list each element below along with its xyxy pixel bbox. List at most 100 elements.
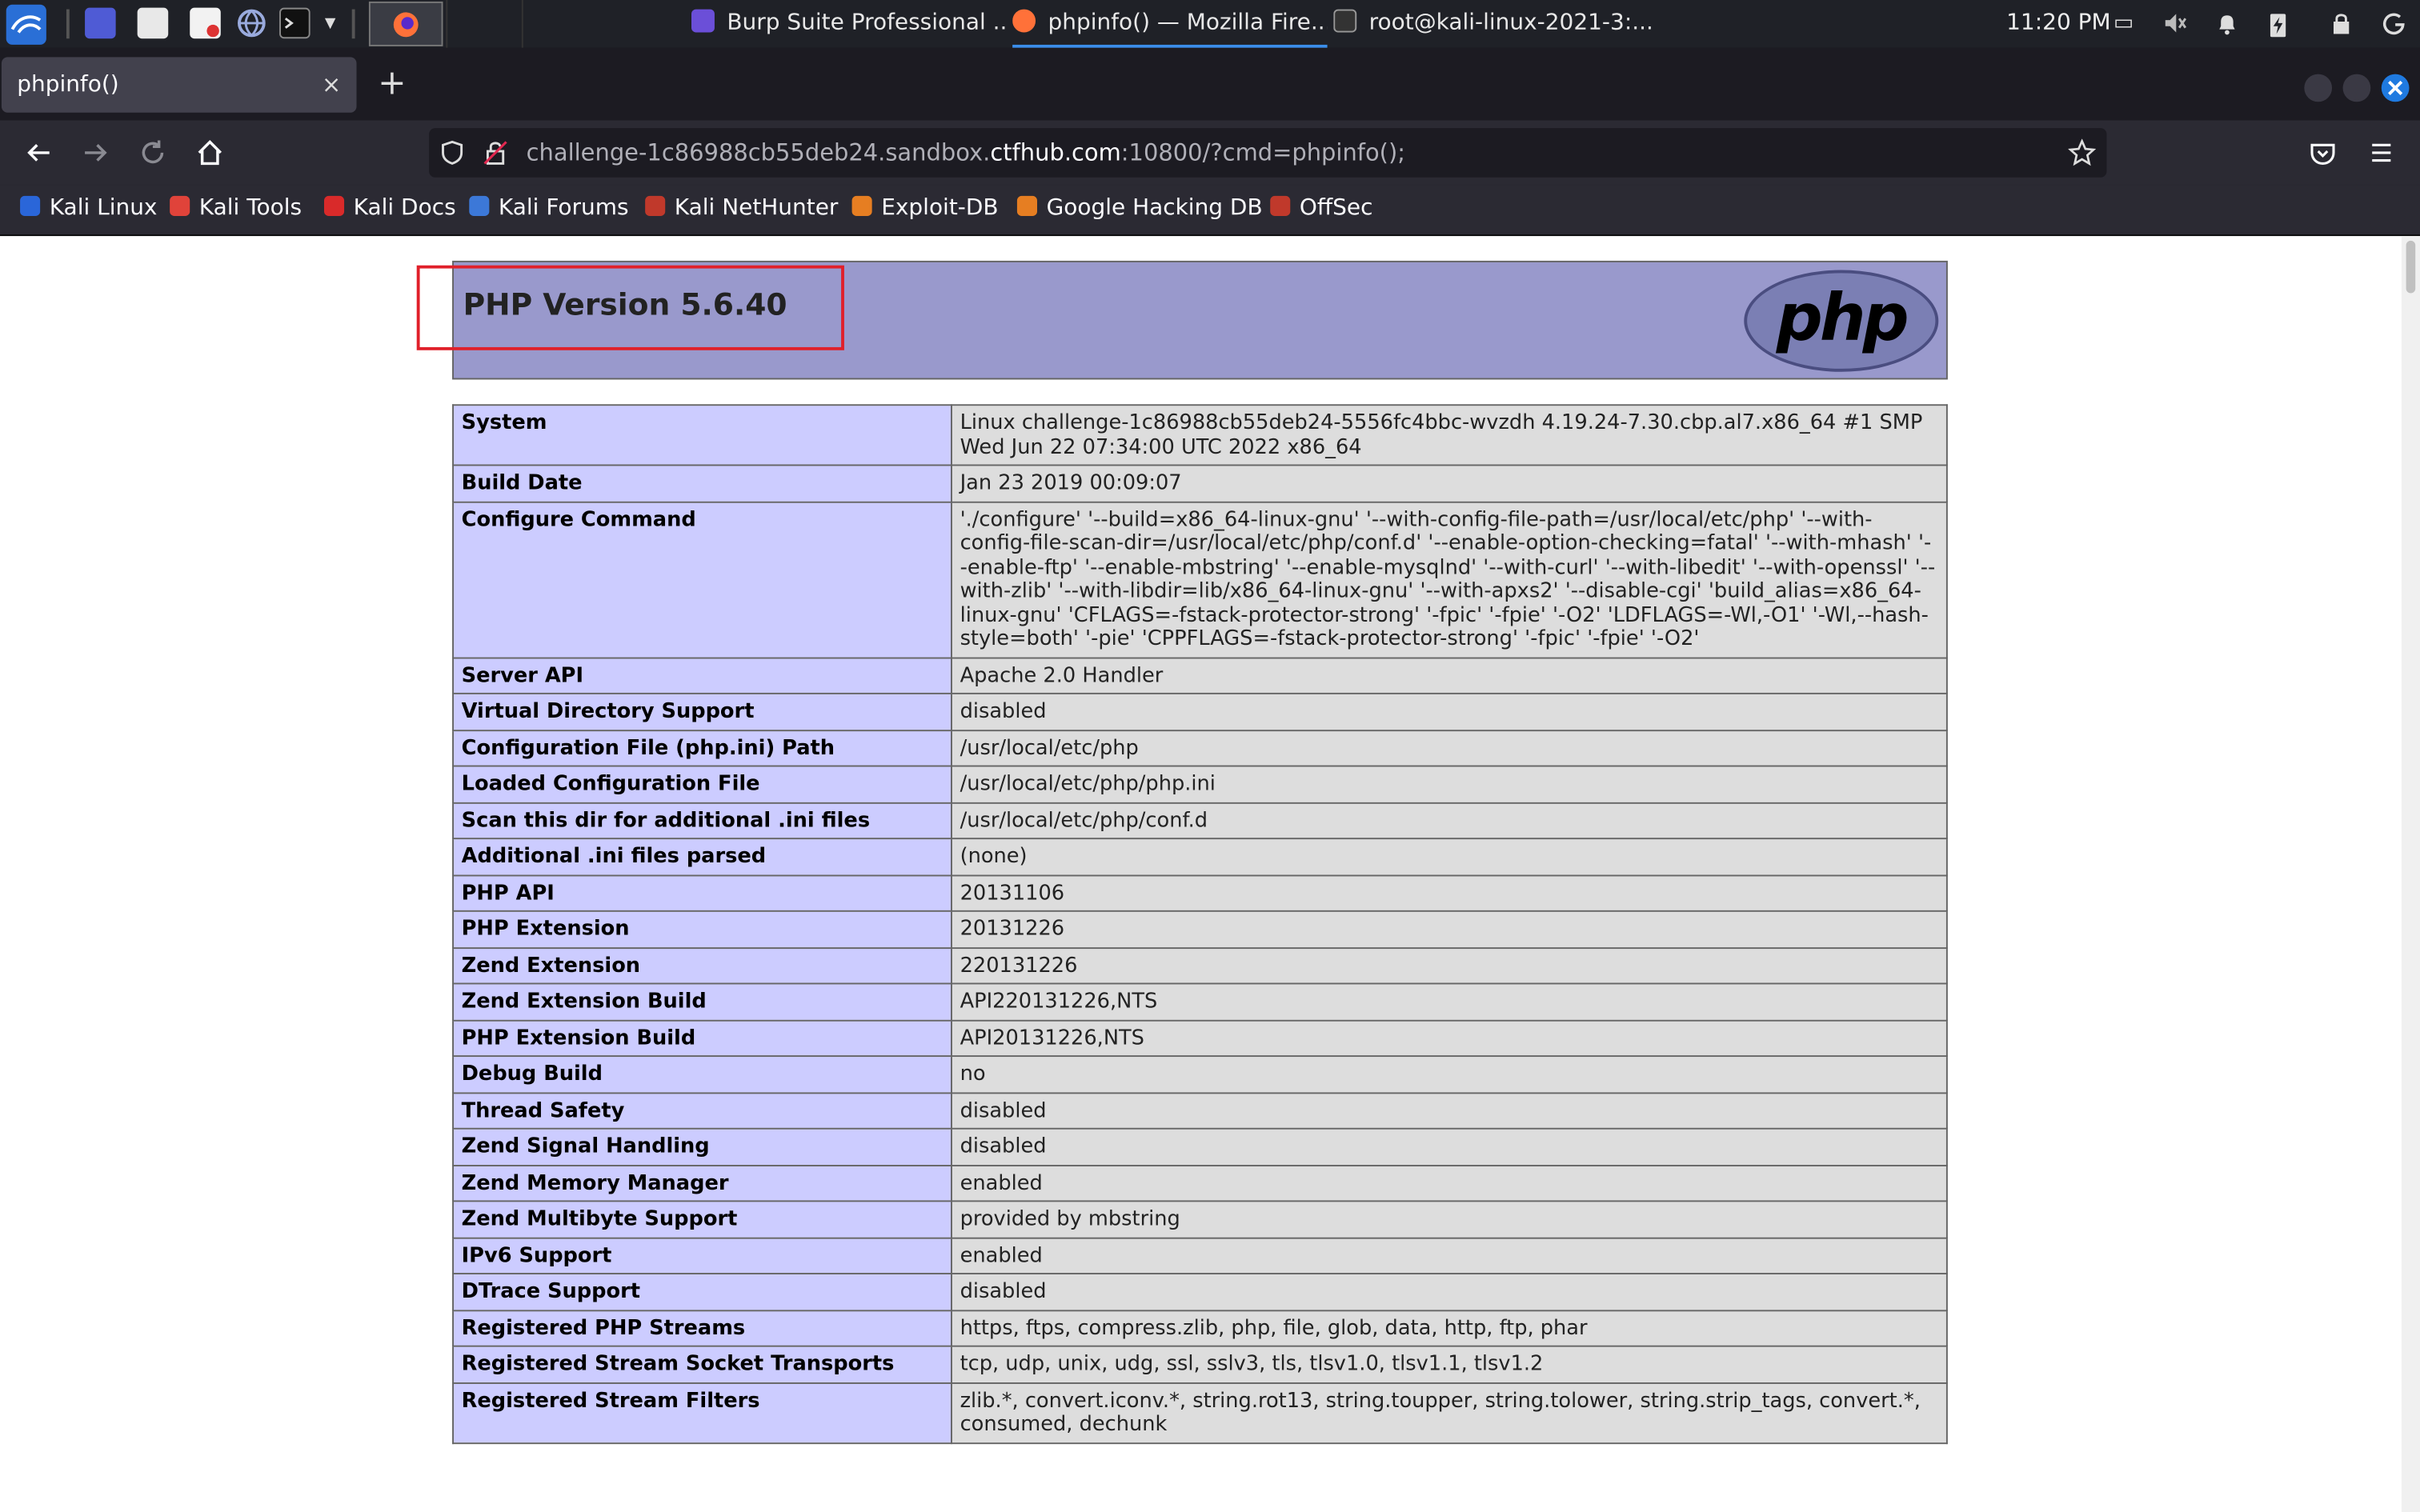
- task-burp[interactable]: Burp Suite Professional ...: [691, 0, 1006, 48]
- display-icon[interactable]: ▭: [2111, 10, 2136, 35]
- row-key: Registered Stream Filters: [452, 1382, 952, 1444]
- row-key: Virtual Directory Support: [452, 692, 952, 731]
- row-value: API220131226,NTS: [950, 982, 1948, 1021]
- close-window-button[interactable]: [2381, 74, 2410, 102]
- row-value: enabled: [950, 1236, 1948, 1274]
- new-tab-button[interactable]: +: [375, 60, 409, 110]
- bookmark-kali-nethunter[interactable]: Kali NetHunter: [645, 185, 838, 233]
- shield-icon[interactable]: [439, 139, 467, 167]
- file-manager-icon[interactable]: [137, 7, 169, 39]
- bookmark-offsec[interactable]: OffSec: [1270, 185, 1372, 233]
- row-key: Debug Build: [452, 1055, 952, 1094]
- row-value: 20131226: [950, 910, 1948, 949]
- table-row: Zend Memory Manager enabled: [452, 1164, 1948, 1202]
- row-key: Configuration File (php.ini) Path: [452, 729, 952, 767]
- volume-muted-icon[interactable]: [2162, 10, 2187, 35]
- app-menu-icon[interactable]: [2362, 133, 2402, 173]
- workspace-switcher[interactable]: [446, 0, 521, 48]
- highlight-annotation-box: [416, 265, 844, 350]
- os-taskbar: ▾ Burp Suite Professional ... phpinfo() …: [0, 0, 2420, 48]
- php-logo-text: php: [1776, 278, 1909, 354]
- desktop-icon[interactable]: [85, 7, 116, 39]
- bookmark-star-icon[interactable]: [2067, 138, 2097, 167]
- row-value: disabled: [950, 1091, 1948, 1130]
- terminal-icon[interactable]: [279, 7, 311, 39]
- task-label: Burp Suite Professional ...: [727, 10, 1007, 36]
- bookmark-google-hacking-db[interactable]: Google Hacking DB: [1016, 185, 1263, 233]
- pocket-icon[interactable]: [2302, 133, 2342, 173]
- task-label: root@kali-linux-2021-3:...: [1368, 10, 1653, 36]
- table-row: PHP API 20131106: [452, 874, 1948, 912]
- kali-tools-icon: [170, 194, 190, 216]
- table-row: Configure Command './configure' '--build=…: [452, 500, 1948, 658]
- browser-launcher-icon[interactable]: [236, 8, 267, 39]
- forward-icon[interactable]: [75, 133, 115, 173]
- bookmark-exploit-db[interactable]: Exploit-DB: [851, 185, 999, 233]
- vertical-scrollbar[interactable]: [2401, 236, 2420, 1512]
- task-terminal[interactable]: root@kali-linux-2021-3:...: [1333, 0, 1657, 48]
- chevron-down-icon[interactable]: ▾: [318, 10, 343, 35]
- close-tab-icon[interactable]: ×: [322, 57, 341, 112]
- row-key: Configure Command: [452, 500, 952, 658]
- reload-icon[interactable]: [133, 133, 173, 173]
- row-value: provided by mbstring: [950, 1200, 1948, 1238]
- scrollbar-thumb[interactable]: [2406, 240, 2416, 294]
- back-icon[interactable]: [18, 133, 58, 173]
- bookmark-kali-forums[interactable]: Kali Forums: [469, 185, 629, 233]
- text-editor-icon[interactable]: [190, 7, 221, 39]
- php-logo[interactable]: php: [1744, 270, 1939, 372]
- nethunter-icon: [645, 194, 666, 216]
- lock-icon[interactable]: [2329, 10, 2354, 35]
- notification-bell-icon[interactable]: [2214, 10, 2239, 35]
- row-key: IPv6 Support: [452, 1236, 952, 1274]
- workspace-switcher[interactable]: [521, 0, 597, 48]
- burp-icon: [691, 8, 715, 32]
- bookmark-label: Kali Tools: [198, 195, 302, 221]
- table-row: PHP Extension 20131226: [452, 910, 1948, 949]
- row-key: Zend Extension: [452, 946, 952, 985]
- tab-phpinfo[interactable]: phpinfo() ×: [1, 57, 357, 113]
- bookmark-kali-docs[interactable]: Kali Docs: [323, 185, 456, 233]
- table-row: Build Date Jan 23 2019 00:09:07: [452, 464, 1948, 502]
- home-icon[interactable]: [190, 133, 230, 173]
- row-key: Thread Safety: [452, 1091, 952, 1130]
- bookmark-kali-tools[interactable]: Kali Tools: [170, 185, 302, 233]
- row-key: Registered Stream Socket Transports: [452, 1345, 952, 1383]
- url-domain: ctfhub.com: [990, 138, 1121, 167]
- bookmark-kali-linux[interactable]: Kali Linux: [20, 185, 157, 233]
- url-text[interactable]: challenge-1c86988cb55deb24.sandbox.ctfhu…: [527, 128, 1405, 178]
- firefox-icon: [1012, 8, 1036, 32]
- row-key: Server API: [452, 656, 952, 694]
- row-value: /usr/local/etc/php: [950, 729, 1948, 767]
- bookmark-label: Google Hacking DB: [1046, 195, 1263, 221]
- taskbar-separator: [351, 9, 355, 39]
- row-value: Apache 2.0 Handler: [950, 656, 1948, 694]
- table-row: Server API Apache 2.0 Handler: [452, 656, 1948, 694]
- table-row: Zend Extension Build API220131226,NTS: [452, 982, 1948, 1021]
- kali-forums-icon: [469, 194, 490, 216]
- firefox-launcher[interactable]: [368, 1, 443, 46]
- row-key: PHP Extension: [452, 910, 952, 949]
- task-firefox[interactable]: phpinfo() — Mozilla Fire...: [1012, 0, 1328, 48]
- kali-menu-icon[interactable]: [6, 4, 46, 45]
- battery-charging-icon[interactable]: [2266, 10, 2290, 38]
- row-value: API20131226,NTS: [950, 1018, 1948, 1058]
- table-row: Virtual Directory Support disabled: [452, 692, 1948, 731]
- insecure-lock-icon[interactable]: [482, 139, 510, 167]
- table-row: Registered Stream Filters zlib.*, convert…: [452, 1382, 1948, 1444]
- logout-icon[interactable]: [2382, 10, 2406, 35]
- row-value: disabled: [950, 1273, 1948, 1311]
- row-key: DTrace Support: [452, 1273, 952, 1311]
- clock[interactable]: 11:20 PM: [2006, 0, 2110, 48]
- bookmark-label: Kali NetHunter: [674, 195, 839, 221]
- table-row: System Linux challenge-1c86988cb55deb24-5…: [452, 404, 1948, 466]
- row-key: Zend Extension Build: [452, 982, 952, 1021]
- maximize-button[interactable]: [2342, 74, 2371, 102]
- row-value: Linux challenge-1c86988cb55deb24-5556fc4…: [950, 404, 1948, 466]
- row-value: './configure' '--build=x86_64-linux-gnu'…: [950, 500, 1948, 658]
- row-value: tcp, udp, unix, udg, ssl, sslv3, tls, tl…: [950, 1345, 1948, 1383]
- table-row: PHP Extension Build API20131226,NTS: [452, 1018, 1948, 1058]
- row-value: disabled: [950, 692, 1948, 731]
- address-bar[interactable]: challenge-1c86988cb55deb24.sandbox.ctfhu…: [429, 128, 2107, 178]
- minimize-button[interactable]: [2304, 74, 2333, 102]
